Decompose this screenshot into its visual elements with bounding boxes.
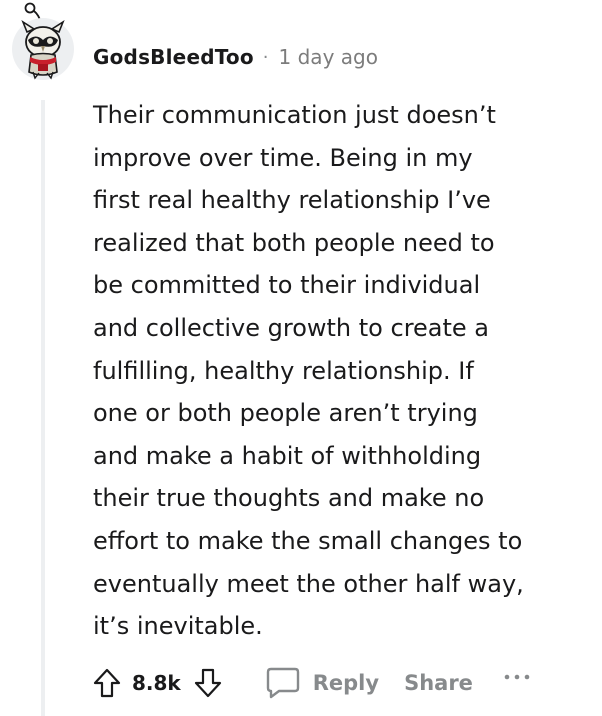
comment-header: GodsBleedToo · 1 day ago bbox=[93, 42, 378, 72]
ellipsis-icon bbox=[504, 674, 530, 680]
upvote-arrow-icon bbox=[93, 668, 121, 698]
avatar[interactable] bbox=[10, 2, 76, 84]
upvote-button[interactable] bbox=[92, 666, 122, 700]
owl-avatar-icon bbox=[12, 2, 74, 80]
username-link[interactable]: GodsBleedToo bbox=[93, 45, 254, 69]
comment-body-line: effort to make the small changes to bbox=[93, 526, 523, 555]
vote-score: 8.8k bbox=[132, 671, 181, 695]
comment-body-line: one or both people aren’t trying bbox=[93, 399, 478, 428]
comment-body-line: be committed to their individual bbox=[93, 271, 481, 300]
reply-button[interactable]: Reply bbox=[265, 666, 379, 700]
comment-body-line: first real healthy relationship I’ve bbox=[93, 186, 491, 215]
comment-actions: 8.8k Reply Share bbox=[92, 660, 531, 706]
comment-body-line: eventually meet the other half way, bbox=[93, 569, 524, 598]
comment-body: Their communication just doesn’t improve… bbox=[93, 94, 563, 648]
thread-line[interactable] bbox=[41, 100, 45, 716]
comment-body-line: improve over time. Being in my bbox=[93, 143, 473, 172]
comment-body-line: realized that both people need to bbox=[93, 228, 495, 257]
speech-bubble-icon bbox=[266, 667, 299, 699]
more-options-button[interactable] bbox=[503, 673, 531, 681]
comment-body-line: their true thoughts and make no bbox=[93, 484, 485, 513]
meta-separator: · bbox=[262, 46, 269, 68]
comment-body-line: and make a habit of withholding bbox=[93, 441, 482, 470]
reply-label: Reply bbox=[312, 671, 380, 695]
timestamp-link[interactable]: 1 day ago bbox=[279, 45, 378, 69]
comment-body-line: and collective growth to create a bbox=[93, 313, 490, 342]
comment-body-line: Their communication just doesn’t bbox=[93, 101, 496, 129]
downvote-button[interactable] bbox=[193, 666, 223, 700]
comment-body-line: it’s inevitable. bbox=[93, 612, 263, 641]
downvote-arrow-icon bbox=[194, 668, 221, 698]
share-button[interactable]: Share bbox=[404, 671, 473, 695]
comment-body-line: fulfilling, healthy relationship. If bbox=[93, 356, 474, 385]
